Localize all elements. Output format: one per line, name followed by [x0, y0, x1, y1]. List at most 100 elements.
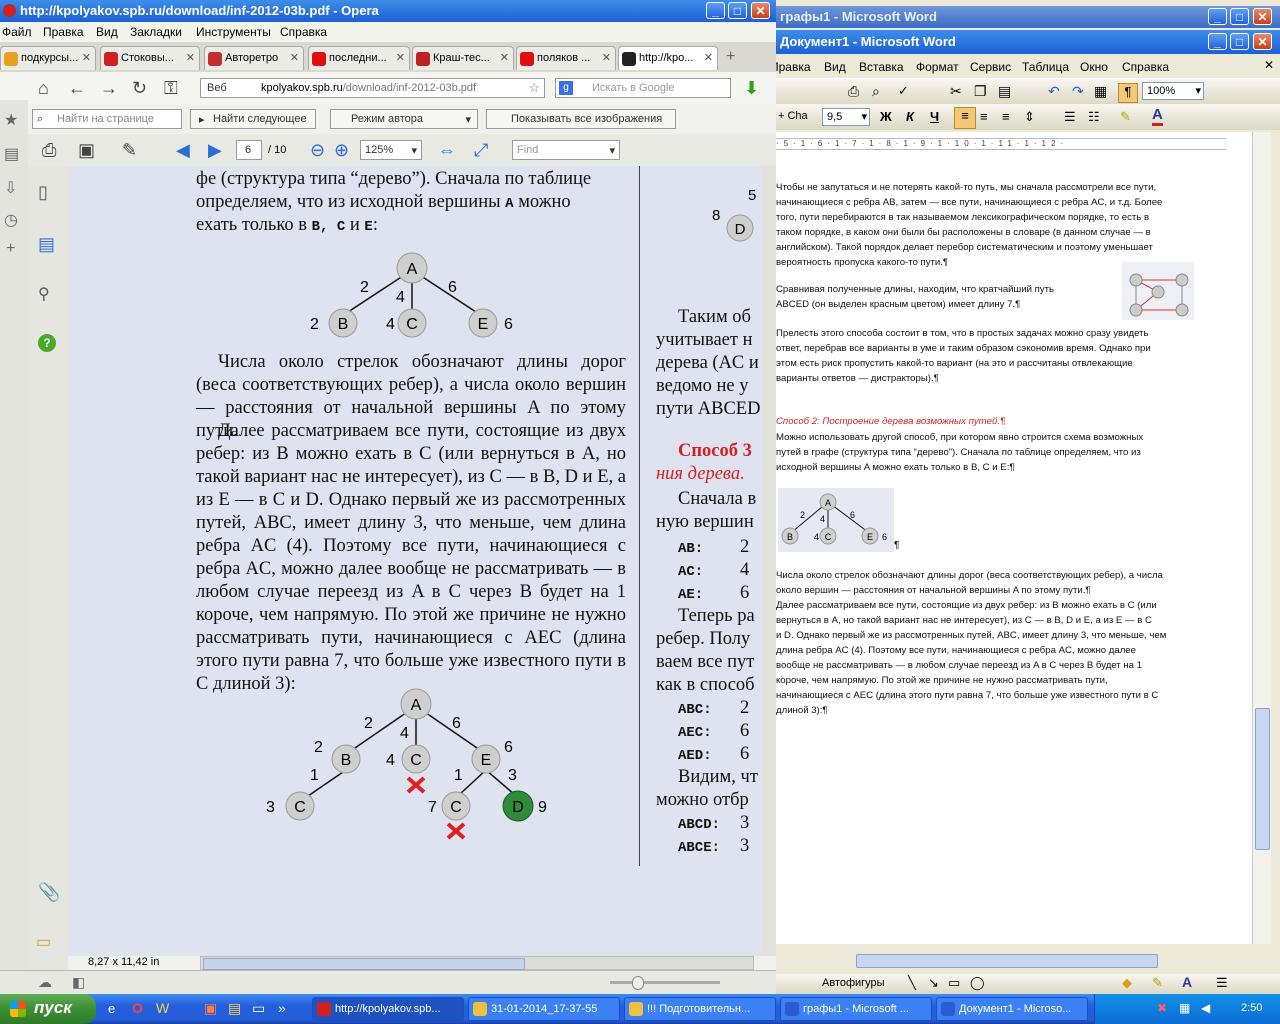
- minimize-button[interactable]: _: [1208, 8, 1227, 25]
- align-left-button[interactable]: ≡: [954, 107, 976, 129]
- find-next-button[interactable]: ▸ Найти следующее: [190, 109, 316, 129]
- task-word-1[interactable]: графы1 - Microsoft ...: [780, 997, 932, 1021]
- pdf-vertical-scrollbar[interactable]: [762, 166, 776, 956]
- paste-icon[interactable]: ▤: [998, 83, 1011, 100]
- turbo-icon[interactable]: ◧: [72, 974, 85, 991]
- reload-icon[interactable]: ↻: [132, 78, 147, 99]
- key-icon[interactable]: ⚿: [164, 78, 178, 99]
- close-button[interactable]: ✕: [751, 2, 770, 19]
- zoom-out-icon[interactable]: ⊖: [310, 140, 325, 161]
- task-folder-1[interactable]: 31-01-2014_17-37-55: [468, 997, 620, 1021]
- tab-5[interactable]: Краш-тес... ✕: [412, 46, 514, 70]
- menu-table[interactable]: Таблица: [1022, 60, 1069, 74]
- comments-icon[interactable]: ▭: [36, 932, 51, 952]
- prev-page-icon[interactable]: ◀: [176, 140, 190, 161]
- close-tab-icon[interactable]: ✕: [602, 51, 611, 64]
- align-right-button[interactable]: ≡: [1002, 109, 1010, 124]
- start-button[interactable]: пуск: [0, 994, 96, 1024]
- line-style-icon[interactable]: ☰: [1216, 975, 1228, 991]
- zoom-slider[interactable]: [610, 981, 720, 984]
- minimize-button[interactable]: _: [1208, 33, 1227, 50]
- tab-4[interactable]: последни... ✕: [308, 46, 410, 70]
- font-name[interactable]: + Cha: [778, 110, 808, 122]
- menu-window[interactable]: Окно: [1080, 60, 1108, 74]
- arrow-icon[interactable]: ↘: [928, 975, 939, 991]
- maximize-button[interactable]: □: [1230, 33, 1249, 50]
- fit-page-icon[interactable]: ⤢: [474, 140, 488, 161]
- close-tab-icon[interactable]: ✕: [186, 51, 195, 64]
- tray-icon[interactable]: ✖: [1157, 1001, 1167, 1015]
- history-icon[interactable]: ◷: [4, 210, 18, 230]
- folder-quicklaunch-icon[interactable]: ▤: [228, 1000, 241, 1017]
- highlight-icon[interactable]: ✎: [1120, 109, 1131, 125]
- task-word-2[interactable]: Документ1 - Microso...: [936, 997, 1088, 1021]
- home-icon[interactable]: ⌂: [38, 78, 49, 99]
- close-button[interactable]: ✕: [1253, 8, 1272, 25]
- copy-icon[interactable]: ❐: [974, 83, 987, 100]
- table-icon[interactable]: ▦: [1094, 83, 1107, 100]
- redo-icon[interactable]: ↷: [1072, 83, 1084, 100]
- italic-button[interactable]: К: [906, 109, 914, 124]
- line-spacing-icon[interactable]: ⇕: [1024, 109, 1035, 125]
- bullets-icon[interactable]: ☷: [1088, 109, 1100, 125]
- tab-3[interactable]: Авторетро ✕: [204, 46, 304, 70]
- tab-6[interactable]: поляков ... ✕: [516, 46, 616, 70]
- menu-file[interactable]: Файл: [2, 25, 32, 39]
- close-button[interactable]: ✕: [1253, 33, 1272, 50]
- back-icon[interactable]: ←: [68, 78, 86, 99]
- task-opera[interactable]: http://kpolyakov.spb...: [312, 997, 464, 1021]
- menu-format[interactable]: Формат: [916, 60, 959, 74]
- network-icon[interactable]: ▦: [1179, 1001, 1190, 1015]
- quicklaunch-more-icon[interactable]: »: [278, 1000, 286, 1016]
- ie-icon[interactable]: e: [108, 1001, 115, 1016]
- align-center-button[interactable]: ≡: [980, 109, 988, 124]
- desktop-quicklaunch-icon[interactable]: ▭: [252, 1000, 265, 1017]
- new-tab-icon[interactable]: +: [726, 48, 735, 66]
- font-color-icon[interactable]: A: [1152, 107, 1163, 126]
- volume-icon[interactable]: ◀: [1201, 1001, 1210, 1015]
- menu-help[interactable]: Справка: [1122, 60, 1169, 74]
- next-page-icon[interactable]: ▶: [208, 140, 222, 161]
- add-panel-icon[interactable]: +: [6, 240, 15, 258]
- binoculars-icon[interactable]: ⚲: [38, 284, 50, 304]
- font-color-icon[interactable]: A: [1182, 974, 1192, 990]
- bold-button[interactable]: Ж: [880, 109, 892, 124]
- close-tab-icon[interactable]: ✕: [396, 51, 405, 64]
- line-color-icon[interactable]: ✎: [1152, 975, 1163, 991]
- close-tab-icon[interactable]: ✕: [290, 51, 299, 64]
- menu-view[interactable]: Вид: [824, 60, 846, 74]
- close-tab-icon[interactable]: ✕: [704, 51, 713, 64]
- opera-quicklaunch-icon[interactable]: O: [132, 1000, 143, 1016]
- word-document[interactable]: Чтобы не запутаться и не потерять какой-…: [776, 154, 1252, 944]
- downloads-icon[interactable]: ⇩: [4, 178, 17, 198]
- rectangle-icon[interactable]: ▭: [948, 975, 960, 991]
- bookmarks-star-icon[interactable]: ★: [4, 110, 18, 130]
- scroll-thumb[interactable]: [1255, 708, 1270, 850]
- tab-2[interactable]: Стоковы... ✕: [100, 46, 200, 70]
- task-folder-2[interactable]: !!! Подготовительн...: [624, 997, 776, 1021]
- close-tab-icon[interactable]: ✕: [500, 51, 509, 64]
- scroll-thumb[interactable]: [203, 958, 525, 970]
- tab-1[interactable]: подкурсы... ✕: [0, 46, 96, 70]
- word-horizontal-scrollbar[interactable]: [776, 944, 1252, 974]
- menu-insert[interactable]: Вставка: [859, 60, 904, 74]
- tab-7-active[interactable]: http://kpo... ✕: [618, 46, 718, 70]
- menu-edit[interactable]: Правка: [776, 60, 811, 74]
- oval-icon[interactable]: ◯: [970, 975, 985, 991]
- notes-icon[interactable]: ▤: [4, 144, 19, 164]
- menu-help[interactable]: Справка: [280, 25, 327, 39]
- pdf-horizontal-scrollbar[interactable]: [200, 956, 754, 970]
- zoom-in-icon[interactable]: ⊕: [334, 140, 349, 161]
- numbered-list-icon[interactable]: ☰: [1064, 109, 1076, 125]
- forward-icon[interactable]: →: [100, 78, 118, 99]
- undo-icon[interactable]: ↶: [1048, 83, 1060, 100]
- word-quicklaunch-icon[interactable]: W: [156, 1000, 169, 1016]
- google-search-field[interactable]: g Искать в Google: [555, 78, 731, 98]
- menu-view[interactable]: Вид: [96, 25, 118, 39]
- document-icon[interactable]: ▤: [38, 234, 55, 255]
- menu-tools[interactable]: Инструменты: [196, 25, 271, 39]
- zoom-slider-handle[interactable]: [632, 976, 644, 990]
- pages-icon[interactable]: ▯: [38, 182, 48, 203]
- tools-icon[interactable]: ✎: [122, 140, 137, 161]
- cloud-icon[interactable]: ☁: [38, 974, 52, 991]
